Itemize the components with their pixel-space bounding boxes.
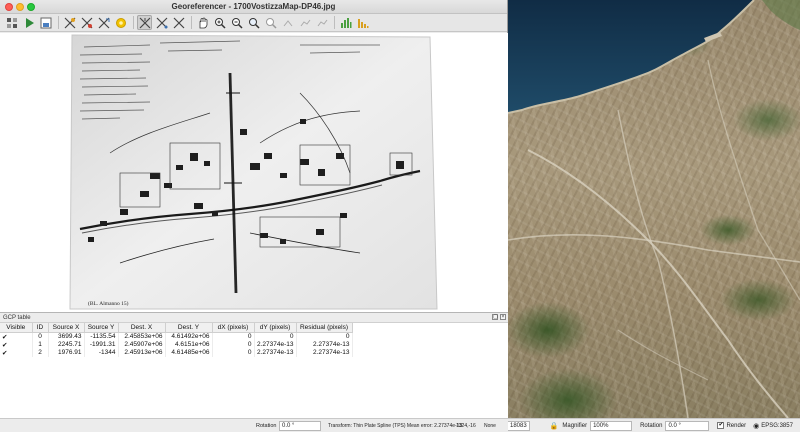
link-qgis-icon[interactable] — [314, 15, 329, 30]
col-id[interactable]: ID — [32, 323, 49, 333]
toolbar-separator — [133, 16, 134, 29]
dest-y: 4.61492e+06 — [165, 332, 213, 341]
render-checkbox[interactable]: ✔ — [717, 422, 725, 429]
col-source-y[interactable]: Source Y — [84, 323, 119, 333]
table-row[interactable]: ✔ 0 3699.43 -1135.54 2.45853e+06 4.61492… — [0, 332, 353, 341]
gcp-table-header: GCP table ▢ × — [0, 313, 508, 323]
zoom-next-icon[interactable] — [280, 15, 295, 30]
toolbar-separator — [334, 16, 335, 29]
gcp-table-title: GCP table — [3, 315, 31, 321]
scale-field[interactable]: 18083 — [508, 420, 530, 431]
residual: 0 — [296, 332, 353, 341]
col-source-x[interactable]: Source X — [48, 323, 85, 333]
visible-checkbox[interactable]: ✔ — [0, 348, 33, 357]
source-y: -1991.31 — [84, 340, 119, 349]
rotation-label: Rotation — [256, 423, 277, 429]
col-dest-y[interactable]: Dest. Y — [165, 323, 213, 333]
title-bar: Georeferencer - 1700VostizzaMap-DP46.jpg — [0, 0, 507, 14]
close-panel-button[interactable]: × — [500, 314, 506, 320]
road-network — [508, 59, 800, 418]
source-y: -1344 — [84, 348, 119, 357]
col-visible[interactable]: Visible — [0, 323, 33, 333]
gcp-id: 2 — [32, 348, 49, 357]
gcp-table: Visible ID Source X Source Y Dest. X Des… — [0, 323, 353, 357]
toolbar — [0, 14, 507, 32]
dest-x: 2.45853e+06 — [118, 332, 166, 341]
rotation-field[interactable]: 0.0 ° — [665, 420, 710, 431]
dy: 2.27374e-13 — [254, 340, 297, 349]
dy: 0 — [254, 332, 297, 341]
source-y: -1135.54 — [84, 332, 119, 341]
render-label: Render — [726, 422, 747, 429]
magnifier-label: Magnifier — [562, 422, 588, 429]
dest-y: 4.6151e+06 — [165, 340, 213, 349]
save-gcp-icon[interactable] — [38, 15, 53, 30]
histogram-stretch-icon[interactable] — [338, 15, 353, 30]
link-georef-icon[interactable] — [297, 15, 312, 30]
rotation-label: Rotation — [640, 422, 663, 429]
toolbar-separator — [58, 16, 59, 29]
col-dy[interactable]: dY (pixels) — [254, 323, 297, 333]
delete-point-icon[interactable] — [79, 15, 94, 30]
measure-icon[interactable] — [154, 15, 169, 30]
globe-icon[interactable]: ◉ — [753, 422, 759, 430]
qgis-status-bar: 18083 🔒 Magnifier 100% Rotation 0.0 ° ✔ … — [508, 418, 800, 432]
window-title: Georeferencer - 1700VostizzaMap-DP46.jpg — [171, 2, 336, 11]
magnifier-field[interactable]: 100% — [590, 420, 633, 431]
move-point-icon[interactable] — [96, 15, 111, 30]
dx: 0 — [212, 332, 255, 341]
coordinates-text: 1324,-16 — [456, 423, 476, 429]
table-row[interactable]: ✔ 2 1976.91 -1344 2.45913e+06 4.61485e+0… — [0, 348, 353, 357]
table-row[interactable]: ✔ 1 2245.71 -1991.31 2.45907e+06 4.6151e… — [0, 340, 353, 349]
pan-icon[interactable] — [137, 15, 152, 30]
lock-icon[interactable]: 🔒 — [550, 422, 559, 430]
source-x: 3699.43 — [48, 332, 85, 341]
georeferencer-window: Georeferencer - 1700VostizzaMap-DP46.jpg — [0, 0, 508, 432]
float-panel-button[interactable]: ▢ — [492, 314, 498, 320]
hand-pan-icon[interactable] — [195, 15, 210, 30]
full-histogram-icon[interactable] — [355, 15, 370, 30]
col-dx[interactable]: dX (pixels) — [212, 323, 255, 333]
dest-x: 2.45913e+06 — [118, 348, 166, 357]
settings-gear-icon[interactable] — [113, 15, 128, 30]
satellite-map-canvas[interactable] — [508, 0, 800, 418]
zoom-out-icon[interactable] — [229, 15, 244, 30]
source-x: 1976.91 — [48, 348, 85, 357]
grid-icon[interactable] — [4, 15, 19, 30]
zoom-layer-icon[interactable] — [246, 15, 261, 30]
col-dest-x[interactable]: Dest. X — [118, 323, 166, 333]
residual: 2.27374e-13 — [296, 340, 353, 349]
gcp-table-panel: GCP table ▢ × Visible ID Source X Source… — [0, 312, 508, 418]
dx: 0 — [212, 340, 255, 349]
transform-text: Transform: Thin Plate Spline (TPS) Mean … — [328, 423, 463, 429]
residual: 2.27374e-13 — [296, 348, 353, 357]
georeferencer-canvas[interactable]: (BL. Almanno 15) 45 — [0, 33, 508, 312]
dy: 2.27374e-13 — [254, 348, 297, 357]
play-icon[interactable] — [21, 15, 36, 30]
zoom-last-icon[interactable] — [263, 15, 278, 30]
crs-text: None — [484, 423, 496, 429]
zoom-in-icon[interactable] — [212, 15, 227, 30]
dest-y: 4.61485e+06 — [165, 348, 213, 357]
map-caption: (BL. Almanno 15) — [88, 300, 129, 307]
gcp-id: 1 — [32, 340, 49, 349]
scanned-map-page: (BL. Almanno 15) 45 — [69, 34, 438, 310]
toolbar-separator — [191, 16, 192, 29]
dest-x: 2.45907e+06 — [118, 340, 166, 349]
add-point-icon[interactable] — [62, 15, 77, 30]
visible-checkbox[interactable]: ✔ — [0, 340, 33, 349]
dx: 0 — [212, 348, 255, 357]
crs-label[interactable]: EPSG:3857 — [761, 423, 793, 429]
col-residual[interactable]: Residual (pixels) — [296, 323, 353, 333]
rotation-field[interactable]: 0.0 ° — [279, 421, 321, 431]
visible-checkbox[interactable]: ✔ — [0, 332, 33, 341]
gcp-id: 0 — [32, 332, 49, 341]
select-icon[interactable] — [171, 15, 186, 30]
georef-status-bar: Rotation 0.0 ° Transform: Thin Plate Spl… — [0, 418, 508, 432]
source-x: 2245.71 — [48, 340, 85, 349]
